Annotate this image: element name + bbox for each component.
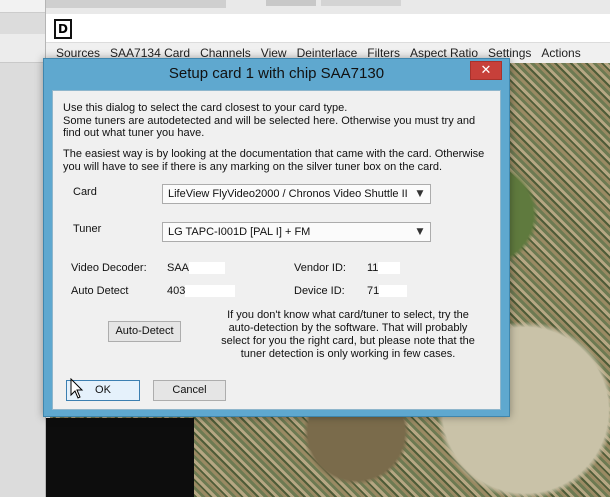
dialog-title: Setup card 1 with chip SAA7130 — [168, 65, 385, 82]
video-black-region — [46, 418, 194, 497]
tuner-label: Tuner — [73, 223, 102, 235]
card-label: Card — [73, 186, 97, 198]
redaction — [189, 262, 226, 275]
top-strip-block — [266, 0, 316, 6]
redaction — [185, 285, 236, 298]
auto-detect-text: 403 — [167, 285, 186, 297]
video-decoder-value: SAA — [167, 262, 226, 275]
device-id-value: 71 — [367, 285, 408, 298]
video-decoder-label: Video Decoder: — [71, 262, 147, 274]
auto-detect-button[interactable]: Auto-Detect — [108, 321, 181, 342]
video-decoder-text: SAA — [167, 262, 190, 274]
auto-detect-label: Auto Detect — [71, 285, 129, 297]
app-icon[interactable]: D — [54, 19, 72, 39]
help-text: If you don't know what card/tuner to sel… — [221, 309, 475, 360]
menu-actions[interactable]: Actions — [536, 46, 585, 60]
left-panel-topbar — [0, 0, 45, 13]
card-select[interactable]: LifeView FlyVideo2000 / Chronos Video Sh… — [162, 184, 431, 204]
tuner-select[interactable]: LG TAPC-I001D [PAL I] + FM ▼ — [162, 222, 431, 242]
card-select-value: LifeView FlyVideo2000 / Chronos Video Sh… — [168, 188, 408, 200]
redaction — [379, 285, 408, 298]
background-top-strip — [46, 0, 610, 14]
setup-card-dialog: Setup card 1 with chip SAA7130 ✕ Use thi… — [43, 58, 510, 417]
redaction — [378, 262, 401, 275]
chevron-down-icon: ▼ — [416, 189, 424, 199]
cancel-button[interactable]: Cancel — [153, 380, 226, 401]
dialog-client-area: Use this dialog to select the card close… — [52, 90, 501, 410]
top-strip-block — [321, 0, 401, 6]
device-id-text: 71 — [367, 285, 380, 297]
tuner-select-value: LG TAPC-I001D [PAL I] + FM — [168, 226, 311, 238]
intro-text-2: The easiest way is by looking at the doc… — [63, 148, 485, 173]
vendor-id-text: 11 — [367, 262, 379, 274]
intro-text: Use this dialog to select the card close… — [63, 102, 476, 139]
left-panel — [0, 0, 46, 497]
device-id-label: Device ID: — [294, 285, 345, 297]
chevron-down-icon: ▼ — [416, 227, 424, 237]
top-strip-block — [46, 0, 226, 8]
vendor-id-value: 11 — [367, 262, 401, 275]
mouse-pointer-icon — [70, 378, 84, 399]
close-icon[interactable]: ✕ — [470, 61, 502, 80]
auto-detect-value: 403 — [167, 285, 236, 298]
vendor-id-label: Vendor ID: — [294, 262, 346, 274]
app-titlebar: D — [46, 14, 610, 43]
left-panel-strip — [0, 34, 45, 63]
